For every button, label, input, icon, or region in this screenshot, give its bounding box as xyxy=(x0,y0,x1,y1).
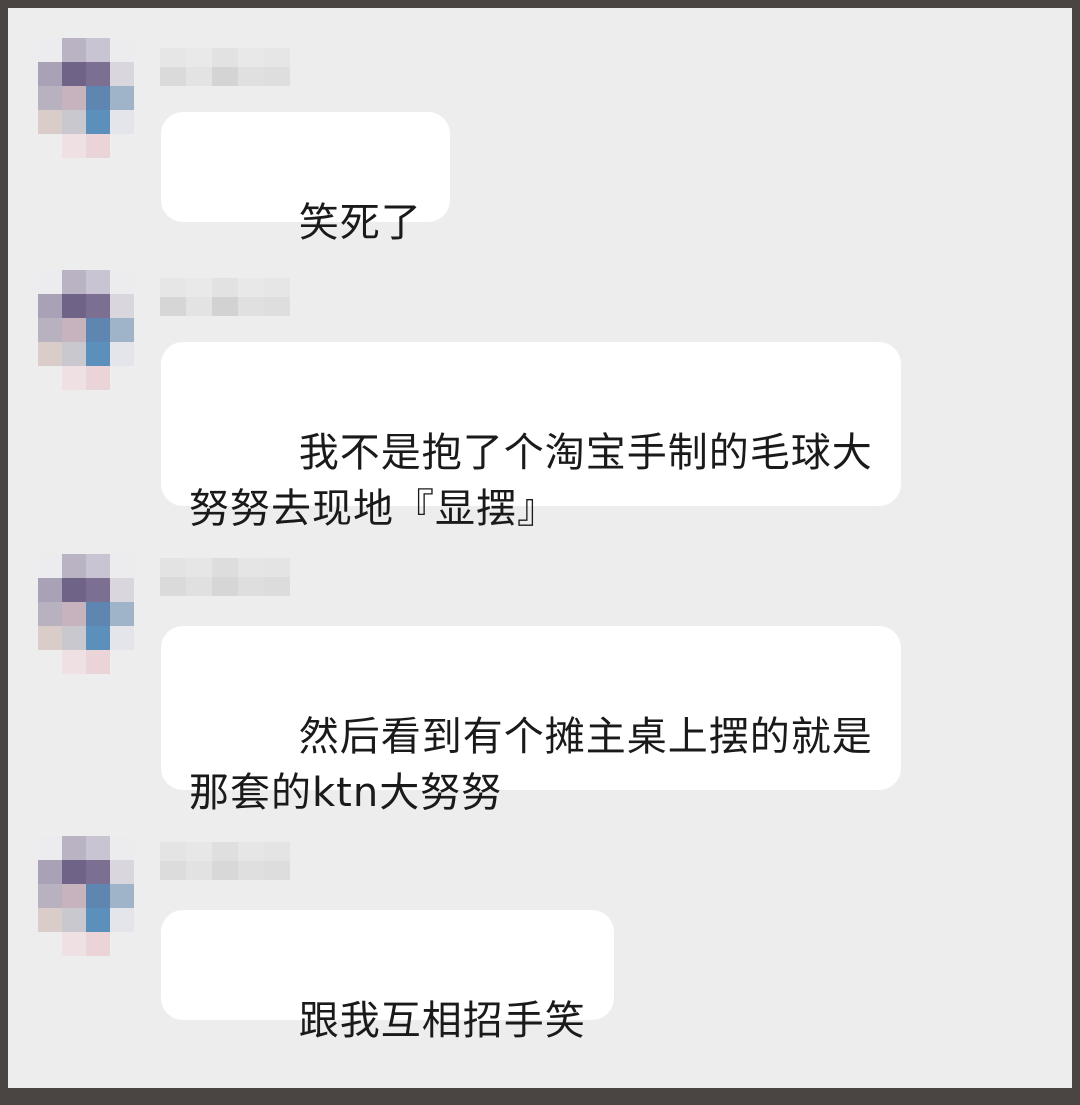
avatar[interactable] xyxy=(38,836,134,956)
screenshot-frame: 笑死了 我不是抱了个淘宝手制的毛球大 努努去现地『显摆』 然后看到有个摊主桌上摆… xyxy=(0,0,1080,1096)
sender-name-blurred xyxy=(160,558,290,596)
message-bubble[interactable]: 跟我互相招手笑 xyxy=(161,910,614,1044)
message-text: 我不是抱了个淘宝手制的毛球大 努努去现地『显摆』 xyxy=(189,430,873,532)
avatar[interactable] xyxy=(38,270,134,390)
message-text: 跟我互相招手笑 xyxy=(298,998,586,1044)
avatar[interactable] xyxy=(38,38,134,158)
avatar[interactable] xyxy=(38,554,134,674)
message-bubble[interactable]: 笑死了 xyxy=(161,112,450,246)
sender-name-blurred xyxy=(160,278,290,316)
chat-area[interactable]: 笑死了 我不是抱了个淘宝手制的毛球大 努努去现地『显摆』 然后看到有个摊主桌上摆… xyxy=(8,8,1072,1088)
sender-name-blurred xyxy=(160,842,290,880)
message-bubble[interactable]: 我不是抱了个淘宝手制的毛球大 努努去现地『显摆』 xyxy=(161,342,901,532)
message-bubble[interactable]: 然后看到有个摊主桌上摆的就是 那套的ktn大努努 xyxy=(161,626,901,816)
message-text: 笑死了 xyxy=(298,200,422,246)
sender-name-blurred xyxy=(160,48,290,86)
message-text: 然后看到有个摊主桌上摆的就是 那套的ktn大努努 xyxy=(189,714,873,816)
